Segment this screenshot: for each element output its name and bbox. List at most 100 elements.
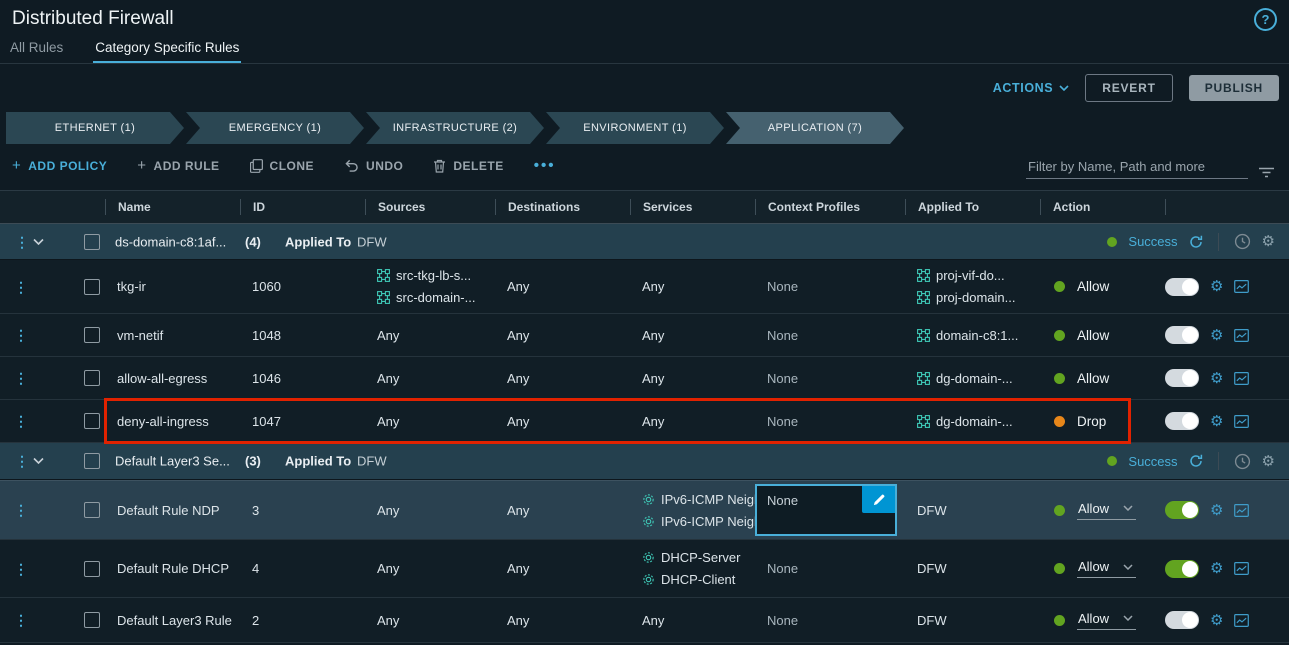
list-item: DFW bbox=[917, 561, 1040, 576]
collapse-chevron-icon[interactable] bbox=[33, 238, 44, 245]
undo-button[interactable]: UNDO bbox=[344, 159, 403, 173]
clone-button[interactable]: CLONE bbox=[250, 159, 315, 173]
rule-checkbox[interactable] bbox=[84, 370, 100, 386]
category-tab-infrastructure-2[interactable]: INFRASTRUCTURE (2) bbox=[366, 112, 544, 144]
value-label: Any bbox=[507, 503, 529, 518]
help-icon[interactable]: ? bbox=[1254, 8, 1277, 31]
actions-menu[interactable]: ACTIONS bbox=[993, 81, 1069, 95]
value-label: Any bbox=[377, 371, 399, 386]
stats-chart-icon[interactable] bbox=[1234, 329, 1249, 342]
drag-handle-icon[interactable]: ⋮ bbox=[14, 414, 28, 428]
drag-handle-icon[interactable]: ⋮ bbox=[15, 235, 29, 249]
column-header-name: Name bbox=[105, 199, 240, 215]
policy-checkbox[interactable] bbox=[84, 453, 100, 469]
drag-handle-icon[interactable]: ⋮ bbox=[14, 562, 28, 576]
stats-chart-icon[interactable] bbox=[1234, 280, 1249, 293]
gear-icon[interactable]: ⚙ bbox=[1210, 414, 1223, 429]
category-tab-emergency-1[interactable]: EMERGENCY (1) bbox=[186, 112, 364, 144]
stats-chart-icon[interactable] bbox=[1234, 504, 1249, 517]
revert-button[interactable]: REVERT bbox=[1085, 74, 1172, 102]
list-item: Any bbox=[507, 613, 630, 628]
gear-icon[interactable]: ⚙ bbox=[1210, 328, 1223, 343]
enable-toggle[interactable] bbox=[1165, 501, 1199, 519]
value-label: Any bbox=[507, 328, 529, 343]
drag-handle-icon[interactable]: ⋮ bbox=[14, 328, 28, 342]
gear-icon[interactable]: ⚙ bbox=[1210, 561, 1223, 576]
list-item: Any bbox=[507, 279, 630, 294]
stats-chart-icon[interactable] bbox=[1234, 415, 1249, 428]
rule-checkbox[interactable] bbox=[84, 612, 100, 628]
gear-icon[interactable]: ⚙ bbox=[1210, 613, 1223, 628]
enable-toggle[interactable] bbox=[1165, 560, 1199, 578]
rule-checkbox[interactable] bbox=[84, 502, 100, 518]
action-select[interactable]: Allow bbox=[1077, 611, 1136, 630]
publish-button[interactable]: PUBLISH bbox=[1189, 75, 1279, 101]
tab-all-rules[interactable]: All Rules bbox=[8, 40, 65, 64]
stats-chart-icon[interactable] bbox=[1234, 614, 1249, 627]
group-icon bbox=[917, 329, 930, 342]
filter-input[interactable] bbox=[1026, 155, 1248, 179]
cell-destinations: Any bbox=[495, 414, 630, 429]
cell-name: tkg-ir bbox=[105, 279, 240, 294]
context-profile-edit-box[interactable]: None bbox=[755, 484, 897, 536]
rule-icons: ⚙ bbox=[1165, 369, 1289, 387]
value-label: DHCP-Server bbox=[661, 550, 740, 565]
tab-category-specific-rules[interactable]: Category Specific Rules bbox=[93, 40, 241, 64]
category-tab-environment-1[interactable]: ENVIRONMENT (1) bbox=[546, 112, 724, 144]
drag-handle-icon[interactable]: ⋮ bbox=[14, 613, 28, 627]
rule-checkbox[interactable] bbox=[84, 561, 100, 577]
rule-checkbox[interactable] bbox=[84, 413, 100, 429]
edit-pencil-button[interactable] bbox=[862, 486, 895, 513]
category-tab-application-7[interactable]: APPLICATION (7) bbox=[726, 112, 904, 144]
rule-checkbox[interactable] bbox=[84, 327, 100, 343]
drag-handle-icon[interactable]: ⋮ bbox=[15, 454, 29, 468]
rule-checkbox[interactable] bbox=[84, 279, 100, 295]
action-select[interactable]: Allow bbox=[1077, 559, 1136, 578]
delete-label: DELETE bbox=[453, 159, 503, 173]
clock-icon[interactable] bbox=[1234, 233, 1251, 250]
gear-icon[interactable]: ⚙ bbox=[1210, 279, 1223, 294]
chevron-down-icon bbox=[1123, 615, 1133, 621]
refresh-icon[interactable] bbox=[1189, 235, 1203, 249]
enable-toggle[interactable] bbox=[1165, 611, 1199, 629]
add-rule-button[interactable]: + ADD RULE bbox=[137, 157, 219, 174]
clock-icon[interactable] bbox=[1234, 453, 1251, 470]
enable-toggle[interactable] bbox=[1165, 326, 1199, 344]
cell-id: 1060 bbox=[240, 279, 365, 294]
gear-icon[interactable]: ⚙ bbox=[1262, 454, 1275, 469]
rule-row-deny-all-ingress: ⋮deny-all-ingress1047AnyAnyAnyNonedg-dom… bbox=[0, 400, 1289, 443]
gear-icon[interactable]: ⚙ bbox=[1210, 503, 1223, 518]
action-label: Allow bbox=[1077, 371, 1109, 386]
trash-icon bbox=[433, 159, 446, 173]
stats-chart-icon[interactable] bbox=[1234, 562, 1249, 575]
cell-id: 2 bbox=[240, 613, 365, 628]
stats-chart-icon[interactable] bbox=[1234, 372, 1249, 385]
drag-handle-icon[interactable]: ⋮ bbox=[14, 503, 28, 517]
value-label: Any bbox=[642, 414, 664, 429]
category-tab-ethernet-1[interactable]: ETHERNET (1) bbox=[6, 112, 184, 144]
drag-handle-icon[interactable]: ⋮ bbox=[14, 280, 28, 294]
policy-row-default-layer3-se: ⋮Default Layer3 Se...(3)Applied ToDFWSuc… bbox=[0, 443, 1289, 480]
value-label: Any bbox=[507, 613, 529, 628]
drag-handle-icon[interactable]: ⋮ bbox=[14, 371, 28, 385]
add-policy-button[interactable]: + ADD POLICY bbox=[12, 157, 107, 174]
action-status-dot bbox=[1054, 281, 1065, 292]
more-actions-button[interactable]: ••• bbox=[534, 157, 556, 174]
action-label: Allow bbox=[1078, 559, 1109, 574]
enable-toggle[interactable] bbox=[1165, 278, 1199, 296]
firewall-rules-table: NameIDSourcesDestinationsServicesContext… bbox=[0, 190, 1289, 643]
column-header-applied-to: Applied To bbox=[905, 199, 1040, 215]
enable-toggle[interactable] bbox=[1165, 412, 1199, 430]
action-select[interactable]: Allow bbox=[1077, 501, 1136, 520]
service-icon bbox=[642, 515, 655, 528]
gear-icon[interactable]: ⚙ bbox=[1262, 234, 1275, 249]
filter-icon[interactable] bbox=[1258, 166, 1275, 179]
delete-button[interactable]: DELETE bbox=[433, 159, 503, 173]
gear-icon[interactable]: ⚙ bbox=[1210, 371, 1223, 386]
collapse-chevron-icon[interactable] bbox=[33, 458, 44, 465]
policy-applied-to-label: Applied To bbox=[285, 454, 351, 469]
enable-toggle[interactable] bbox=[1165, 369, 1199, 387]
policy-checkbox[interactable] bbox=[84, 234, 100, 250]
refresh-icon[interactable] bbox=[1189, 454, 1203, 468]
rule-icons: ⚙ bbox=[1165, 560, 1289, 578]
